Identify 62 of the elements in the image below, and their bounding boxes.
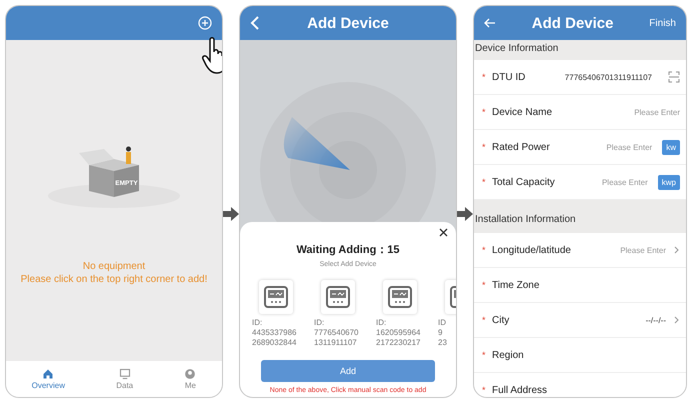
device-tile[interactable] [259,280,293,314]
back-icon[interactable] [250,16,260,30]
tab-button[interactable]: Overview [26,368,71,390]
required-mark: * [482,72,487,82]
form-row[interactable]: * Region [474,338,686,373]
arrow-icon [223,206,239,222]
select-value[interactable]: --/--/-- [646,316,666,324]
unit-tag: kwp [658,174,680,190]
device-id: ID: 1620595964 2172230217 [376,318,420,348]
tab-button[interactable]: Me [178,368,202,390]
required-mark: * [482,385,487,395]
home-icon [42,368,54,380]
required-mark: * [482,107,487,117]
field-label: Total Capacity [492,176,556,188]
back-arrow-icon[interactable] [484,18,496,28]
required-mark: * [482,177,487,187]
user-icon [184,368,196,380]
scan-icon[interactable] [668,71,680,83]
field-label: Full Address [492,384,548,396]
device-id: ID: 7776540670 1311911107 [314,318,358,348]
meter-icon [326,286,350,308]
chevron-icon [674,316,680,324]
unit-tag: kw [662,140,680,154]
finish-button[interactable]: Finish [649,18,676,28]
field-label: City [492,314,510,326]
required-mark: * [482,315,487,325]
required-mark: * [482,350,487,360]
add-icon[interactable] [198,16,212,30]
monitor-icon [118,368,131,380]
form-row[interactable]: * Total Capacity Please Enter kwp [474,165,686,200]
screen-title: Add Device [307,14,389,32]
field-label: DTU ID [492,72,526,82]
device-id: ID: 4435337986 2689032844 [252,318,296,348]
field-value: 77765406701311911107 [564,72,652,82]
field-label: Region [492,350,525,360]
form-row[interactable]: * Full Address [474,373,686,397]
field-label: Longitude/latitude [492,244,572,256]
device-id: ID 9 23 [438,318,447,348]
device-tile[interactable] [383,280,417,314]
required-mark: * [482,280,487,290]
form-row[interactable]: * Rated Power Please Enter kw [474,130,686,165]
dialog-title: Waiting Adding：15 [296,243,400,257]
form-row[interactable]: * Longitude/latitude Please Enter [474,233,686,268]
field-label: Time Zone [492,280,540,290]
form-row[interactable]: * Time Zone [474,268,686,303]
field-label: Device Name [492,106,554,118]
meter-icon [388,286,412,308]
field-label: Rated Power [492,142,551,152]
tab-button[interactable]: Data [110,368,140,390]
screen-title: Add Device [532,14,614,32]
form-row[interactable]: * DTU ID 77765406701311911107 [474,60,686,95]
device-tile[interactable] [321,280,355,314]
arrow-icon [457,206,473,222]
required-mark: * [482,142,487,152]
empty-title: No equipment [82,260,146,273]
chevron-icon [674,246,680,254]
form-row[interactable]: * Device Name Please Enter [474,95,686,130]
empty-hint: Please click on the top right corner to add! [20,273,208,286]
form-row[interactable]: * City --/--/-- [474,303,686,338]
required-mark: * [482,245,487,255]
close-button[interactable] [439,228,448,237]
meter-icon [264,286,288,308]
